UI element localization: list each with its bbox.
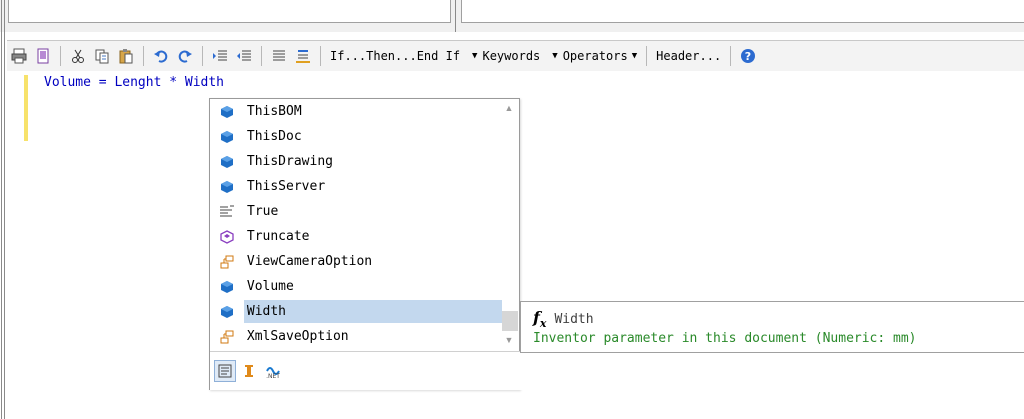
autocomplete-item[interactable]: Width: [210, 299, 502, 324]
top-panel-area: [0, 0, 1024, 32]
autocomplete-list: ThisBOM ThisDoc ThisDrawing ThisServer True T…: [210, 99, 502, 349]
uncomment-icon[interactable]: [292, 45, 314, 67]
upper-right-panel: [461, 0, 1024, 23]
tooltip-description: Inventor parameter in this document (Num…: [533, 331, 917, 346]
editor-toolbar: If...Then...End If ▼ Keywords ▼ Operator…: [7, 40, 1024, 72]
autocomplete-item-label: Volume: [246, 279, 294, 294]
svg-text:.NET: .NET: [266, 373, 280, 379]
change-marker: [24, 75, 28, 141]
blue-object-icon: [219, 279, 235, 295]
toolbar-separator: [730, 46, 732, 66]
toolbar-separator: [261, 46, 262, 66]
cut-icon[interactable]: [67, 45, 89, 67]
indent-icon[interactable]: [209, 45, 231, 67]
toolbar-separator: [60, 46, 61, 66]
panel-divider: [455, 0, 456, 32]
comment-icon[interactable]: [268, 45, 290, 67]
filter-dotnet-icon[interactable]: .NET: [262, 360, 284, 382]
copy-icon[interactable]: [91, 45, 113, 67]
autocomplete-item[interactable]: ThisDoc: [210, 124, 502, 149]
autocomplete-popup: ThisBOM ThisDoc ThisDrawing ThisServer True T…: [209, 98, 523, 390]
keyword-icon: [219, 204, 235, 220]
enum-icon: [219, 329, 235, 345]
autocomplete-item-label: ThisServer: [246, 179, 326, 194]
tooltip-name: Width: [554, 311, 594, 327]
print-preview-icon[interactable]: [32, 45, 54, 67]
blue-object-icon: [219, 304, 235, 320]
toolbar-separator: [143, 46, 144, 66]
autocomplete-item-label: ThisBOM: [246, 104, 302, 119]
autocomplete-item[interactable]: ThisDrawing: [210, 149, 502, 174]
autocomplete-scrollbar[interactable]: ▲ ▼: [500, 99, 518, 349]
keywords-label: Keywords: [482, 49, 541, 63]
blue-object-icon: [219, 129, 235, 145]
window-border-left-inner: [4, 0, 5, 419]
autocomplete-item[interactable]: XmlSaveOption: [210, 324, 502, 349]
autocomplete-item-label: ThisDrawing: [246, 154, 333, 169]
function-icon: fx: [533, 308, 547, 331]
ifthen-snippet-button[interactable]: If...Then...End If: [326, 45, 464, 67]
scroll-thumb[interactable]: [502, 311, 518, 331]
header-button[interactable]: Header...: [652, 45, 725, 67]
dropdown-arrow-icon: ▼: [472, 51, 478, 61]
window-border-left: [1, 0, 2, 419]
dropdown-arrow-icon: ▼: [631, 51, 638, 61]
scroll-up-icon[interactable]: ▲: [500, 99, 518, 117]
autocomplete-item-label: Truncate: [246, 229, 310, 244]
blue-object-icon: [219, 154, 235, 170]
undo-icon[interactable]: [150, 45, 172, 67]
autocomplete-item[interactable]: Truncate: [210, 224, 502, 249]
scroll-down-icon[interactable]: ▼: [500, 331, 518, 349]
toolbar-separator: [320, 46, 321, 66]
operators-label: Operators: [562, 49, 628, 63]
keywords-dropdown[interactable]: ▼ Keywords: [464, 45, 544, 67]
autocomplete-item[interactable]: ThisServer: [210, 174, 502, 199]
svg-text:?: ?: [745, 50, 751, 63]
filter-inventor-icon[interactable]: [238, 360, 260, 382]
autocomplete-item[interactable]: ThisBOM: [210, 99, 502, 124]
blue-object-icon: [219, 104, 235, 120]
dropdown-arrow-icon: ▼: [552, 51, 558, 61]
filter-all-icon[interactable]: [214, 360, 236, 382]
autocomplete-tooltip: fx Width Inventor parameter in this docu…: [520, 301, 1024, 353]
autocomplete-item-label: ThisDoc: [246, 129, 302, 144]
code-line[interactable]: Volume = Lenght * Width: [44, 75, 224, 90]
upper-left-panel: [8, 0, 451, 23]
autocomplete-item[interactable]: True: [210, 199, 502, 224]
tooltip-title: fx Width: [533, 308, 594, 330]
enum-icon: [219, 254, 235, 270]
autocomplete-item-label: True: [247, 204, 279, 219]
outdent-icon[interactable]: [233, 45, 255, 67]
operators-dropdown[interactable]: ▼ Operators ▼: [544, 45, 641, 67]
paste-icon[interactable]: [115, 45, 137, 67]
autocomplete-item-label: XmlSaveOption: [246, 329, 349, 344]
print-icon[interactable]: [8, 45, 30, 67]
toolbar-separator: [202, 46, 203, 66]
method-icon: [219, 229, 235, 245]
autocomplete-item-label: Width: [243, 300, 502, 323]
autocomplete-filter-bar: .NET: [210, 351, 523, 390]
toolbar-separator: [646, 46, 648, 66]
autocomplete-item[interactable]: ViewCameraOption: [210, 249, 502, 274]
help-icon[interactable]: ?: [737, 45, 759, 67]
autocomplete-item-label: ViewCameraOption: [246, 254, 373, 269]
redo-icon[interactable]: [174, 45, 196, 67]
autocomplete-item[interactable]: Volume: [210, 274, 502, 299]
blue-object-icon: [219, 179, 235, 195]
